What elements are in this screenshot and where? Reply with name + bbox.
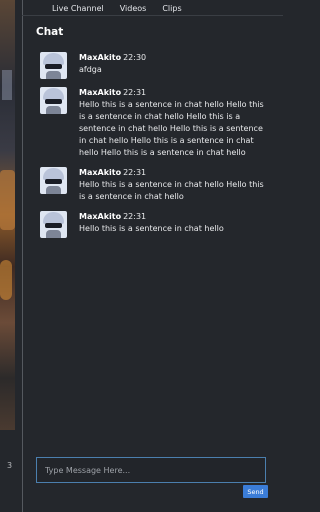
video-preview[interactable] (0, 0, 15, 430)
chat-message-list: MaxAkito 22:30 afdga MaxAkito 22:31 Hello … (40, 52, 270, 246)
avatar[interactable] (40, 211, 67, 238)
message-text: Hello this is a sentence in chat hello H… (79, 180, 264, 201)
avatar[interactable] (40, 167, 67, 194)
header-divider (22, 15, 283, 16)
left-panel-footer (0, 430, 22, 512)
message-username[interactable]: MaxAkito (79, 88, 121, 97)
panel-divider[interactable] (22, 0, 23, 512)
chat-title: Chat (36, 26, 64, 38)
message-text: Hello this is a sentence in chat hello H… (79, 100, 264, 157)
message-text: afdga (79, 65, 102, 74)
chat-message: MaxAkito 22:30 afdga (40, 52, 270, 79)
message-username[interactable]: MaxAkito (79, 53, 121, 62)
message-username[interactable]: MaxAkito (79, 212, 121, 221)
chat-message: MaxAkito 22:31 Hello this is a sentence i… (40, 87, 270, 159)
avatar[interactable] (40, 52, 67, 79)
message-timestamp: 22:31 (123, 88, 147, 97)
page-number: 3 (7, 461, 13, 470)
avatar[interactable] (40, 87, 67, 114)
chat-message-input[interactable] (36, 457, 266, 483)
message-username[interactable]: MaxAkito (79, 168, 121, 177)
message-timestamp: 22:31 (123, 212, 147, 221)
chat-message: MaxAkito 22:31 Hello this is a sentence i… (40, 167, 270, 203)
message-timestamp: 22:30 (123, 53, 147, 62)
chat-message: MaxAkito 22:31 Hello this is a sentence i… (40, 211, 270, 238)
message-timestamp: 22:31 (123, 168, 147, 177)
send-button[interactable]: Send (243, 485, 268, 498)
message-text: Hello this is a sentence in chat hello (79, 224, 224, 233)
